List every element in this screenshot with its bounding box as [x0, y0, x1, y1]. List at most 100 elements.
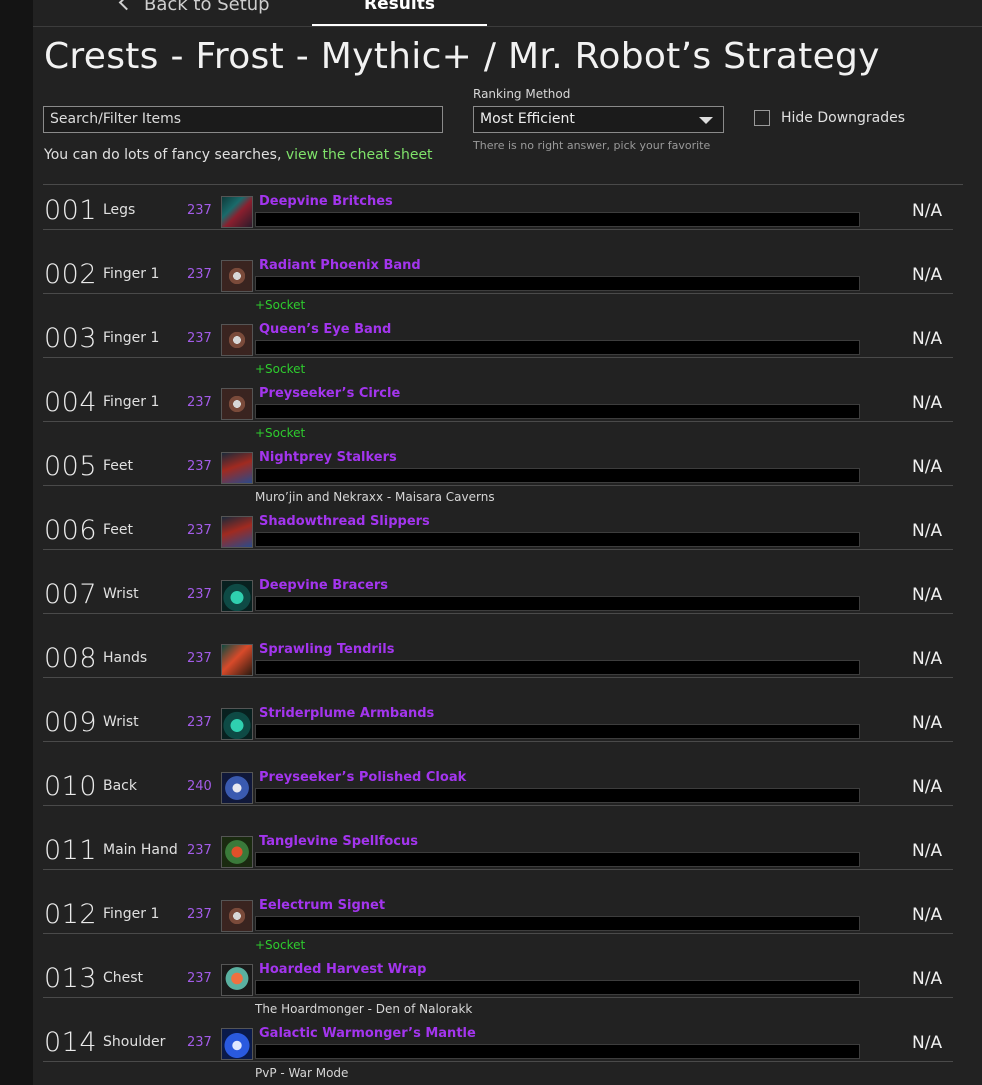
cheat-sheet-link[interactable]: view the cheat sheet	[286, 147, 433, 163]
rank-number: 010	[44, 771, 98, 802]
score-bar	[255, 852, 860, 867]
row-divider	[43, 357, 953, 358]
item-name-link[interactable]: Deepvine Britches	[259, 194, 393, 209]
row-divider	[43, 997, 953, 998]
rank-number: 005	[44, 451, 98, 482]
score-bar	[255, 660, 860, 675]
ring-icon[interactable]	[221, 388, 253, 420]
result-row[interactable]: 003 Finger 1 237 Queen’s Eye Band N/A +Socket	[43, 314, 953, 378]
item-level: 237	[187, 395, 212, 410]
row-divider	[43, 421, 953, 422]
result-row[interactable]: 006 Feet 237 Shadowthread Slippers N/A	[43, 506, 953, 570]
bracers-icon[interactable]	[221, 708, 253, 740]
result-row[interactable]: 008 Hands 237 Sprawling Tendrils N/A	[43, 634, 953, 698]
item-name-link[interactable]: Galactic Warmonger’s Mantle	[259, 1026, 476, 1041]
score-value: N/A	[912, 713, 943, 733]
ring-icon[interactable]	[221, 260, 253, 292]
ring-icon[interactable]	[221, 900, 253, 932]
rank-number: 014	[44, 1027, 98, 1058]
rank-number: 007	[44, 579, 98, 610]
item-level: 237	[187, 203, 212, 218]
item-level: 237	[187, 331, 212, 346]
row-divider	[43, 1061, 953, 1062]
score-bar	[255, 596, 860, 611]
row-divider	[43, 869, 953, 870]
item-level: 237	[187, 715, 212, 730]
result-row[interactable]: 014 Shoulder 237 Galactic Warmonger’s Mantl…	[43, 1018, 953, 1082]
result-row[interactable]: 005 Feet 237 Nightprey Stalkers N/A Muro’jin …	[43, 442, 953, 506]
score-value: N/A	[912, 969, 943, 989]
item-name-link[interactable]: Nightprey Stalkers	[259, 450, 397, 465]
tab-bar: Back to Setup Results	[33, 0, 982, 27]
tab-results[interactable]: Results	[312, 0, 487, 26]
item-level: 237	[187, 1035, 212, 1050]
result-row[interactable]: 010 Back 240 Preyseeker’s Polished Cloak N/A	[43, 762, 953, 826]
item-name-link[interactable]: Preyseeker’s Circle	[259, 386, 400, 401]
boots-icon[interactable]	[221, 452, 253, 484]
caret-down-icon	[699, 117, 713, 124]
tab-back-label: Back to Setup	[144, 0, 270, 15]
chest-icon[interactable]	[221, 964, 253, 996]
rank-number: 003	[44, 323, 98, 354]
score-value: N/A	[912, 521, 943, 541]
item-slot: Finger 1	[103, 394, 160, 410]
tab-back-to-setup[interactable]: Back to Setup	[118, 0, 270, 15]
item-slot: Feet	[103, 458, 134, 474]
item-slot: Main Hand	[103, 842, 178, 858]
hint-text: You can do lots of fancy searches,	[44, 147, 286, 163]
hide-downgrades-checkbox[interactable]	[754, 110, 770, 126]
item-slot: Shoulder	[103, 1034, 166, 1050]
search-input[interactable]: Search/Filter Items	[43, 106, 443, 133]
item-level: 237	[187, 907, 212, 922]
shoulder-icon[interactable]	[221, 1028, 253, 1060]
row-divider	[43, 741, 953, 742]
item-source: PvP - War Mode	[255, 1066, 349, 1080]
item-name-link[interactable]: Shadowthread Slippers	[259, 514, 430, 529]
result-row[interactable]: 001 Legs 237 Deepvine Britches N/A	[43, 186, 953, 250]
item-name-link[interactable]: Deepvine Bracers	[259, 578, 388, 593]
result-row[interactable]: 012 Finger 1 237 Eelectrum Signet N/A +Socket	[43, 890, 953, 954]
item-name-link[interactable]: Queen’s Eye Band	[259, 322, 391, 337]
ranking-method-value: Most Efficient	[480, 111, 575, 127]
item-name-link[interactable]: Eelectrum Signet	[259, 898, 385, 913]
hide-downgrades-label[interactable]: Hide Downgrades	[781, 110, 905, 126]
item-name-link[interactable]: Tanglevine Spellfocus	[259, 834, 418, 849]
socket-badge: +Socket	[255, 938, 306, 952]
chevron-left-icon	[118, 0, 135, 11]
ranking-method-select[interactable]: Most Efficient	[473, 106, 724, 133]
result-row[interactable]: 007 Wrist 237 Deepvine Bracers N/A	[43, 570, 953, 634]
socket-badge: +Socket	[255, 362, 306, 376]
item-name-link[interactable]: Hoarded Harvest Wrap	[259, 962, 426, 977]
gloves-icon[interactable]	[221, 644, 253, 676]
item-source: Muro’jin and Nekraxx - Maisara Caverns	[255, 490, 495, 504]
item-name-link[interactable]: Preyseeker’s Polished Cloak	[259, 770, 466, 785]
result-row[interactable]: 004 Finger 1 237 Preyseeker’s Circle N/A +Soc…	[43, 378, 953, 442]
cloak-icon[interactable]	[221, 772, 253, 804]
row-divider	[43, 613, 953, 614]
item-level: 237	[187, 651, 212, 666]
item-slot: Legs	[103, 202, 136, 218]
item-name-link[interactable]: Striderplume Armbands	[259, 706, 434, 721]
score-bar	[255, 980, 860, 995]
result-row[interactable]: 011 Main Hand 237 Tanglevine Spellfocus N/A	[43, 826, 953, 890]
item-name-link[interactable]: Sprawling Tendrils	[259, 642, 394, 657]
item-name-link[interactable]: Radiant Phoenix Band	[259, 258, 421, 273]
ring-icon[interactable]	[221, 324, 253, 356]
row-divider	[43, 293, 953, 294]
row-divider	[43, 677, 953, 678]
row-divider	[43, 485, 953, 486]
rank-number: 012	[44, 899, 98, 930]
result-row[interactable]: 013 Chest 237 Hoarded Harvest Wrap N/A The Ho…	[43, 954, 953, 1018]
bracers-icon[interactable]	[221, 580, 253, 612]
legs-icon[interactable]	[221, 196, 253, 228]
result-row[interactable]: 002 Finger 1 237 Radiant Phoenix Band N/A +So…	[43, 250, 953, 314]
rank-number: 008	[44, 643, 98, 674]
rank-number: 011	[44, 835, 98, 866]
result-row[interactable]: 009 Wrist 237 Striderplume Armbands N/A	[43, 698, 953, 762]
boots-icon[interactable]	[221, 516, 253, 548]
score-value: N/A	[912, 201, 943, 221]
score-bar	[255, 468, 860, 483]
item-slot: Wrist	[103, 714, 139, 730]
weapon-icon[interactable]	[221, 836, 253, 868]
rank-number: 006	[44, 515, 98, 546]
